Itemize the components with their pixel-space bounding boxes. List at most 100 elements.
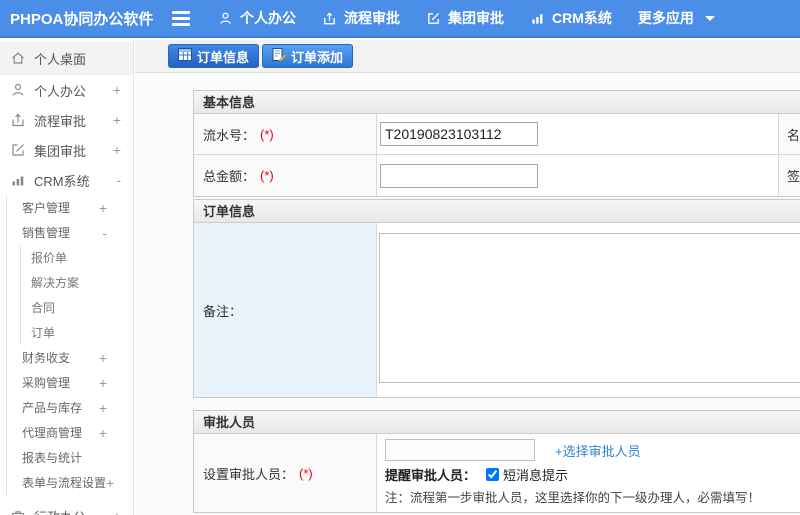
sidebar-item-label: 集团审批 [34, 143, 87, 159]
required-mark: (*) [260, 168, 274, 183]
workflow-upload-icon [322, 11, 337, 26]
sms-label: 短消息提示 [503, 468, 569, 483]
section-header: 基本信息 [194, 91, 800, 114]
sidebar-item-toggle[interactable]: - [102, 225, 107, 241]
next-column-label: 名 [779, 114, 800, 154]
order-add-icon [272, 48, 287, 64]
sidebar-item-contract[interactable]: 合同 [21, 295, 133, 320]
sidebar-item-crm-system[interactable]: CRM系统 - [0, 165, 133, 195]
sidebar-item-label: 报价单 [31, 251, 68, 265]
sidebar-item-label: 采购管理 [22, 376, 71, 390]
section-header: 订单信息 [194, 200, 800, 223]
nav-workflow-approval[interactable]: 流程审批 [322, 8, 400, 28]
serial-label: 流水号： [203, 127, 256, 143]
nav-label: 流程审批 [344, 10, 400, 26]
field-label-cell: 总金额： (*) [194, 155, 377, 196]
sidebar-item-admin-office[interactable]: 行政办公 + [0, 501, 133, 515]
sidebar-item-solution[interactable]: 解决方案 [21, 270, 133, 295]
sidebar-item-label: 财务收支 [22, 351, 71, 365]
sidebar-item-toggle[interactable]: + [99, 425, 107, 441]
sidebar-item-toggle[interactable]: + [113, 508, 121, 515]
remark-textarea[interactable] [379, 233, 800, 383]
tab-strip: 订单信息 订单添加 [135, 40, 800, 73]
tab-label: 订单添加 [291, 49, 344, 65]
nav-more-apps[interactable]: 更多应用 [638, 8, 715, 28]
sidebar-item-quotation[interactable]: 报价单 [21, 245, 133, 270]
sidebar-item-toggle[interactable]: - [116, 172, 121, 188]
sidebar-item-workflow-approval[interactable]: 流程审批 + [0, 105, 133, 135]
sidebar-item-reports-stats[interactable]: 报表与统计 [7, 445, 133, 470]
order-table-icon [178, 48, 192, 64]
serial-number-input[interactable] [380, 122, 538, 146]
group-edit-icon [426, 11, 441, 26]
remind-row: 提醒审批人员： 短消息提示 [385, 465, 800, 484]
sidebar-item-form-workflow-settings[interactable]: 表单与流程设置 + [7, 470, 133, 495]
sidebar-item-toggle[interactable]: + [113, 82, 121, 98]
sidebar-item-label: 客户管理 [22, 201, 71, 215]
form-row-approver: 设置审批人员： (*) +选择审批人员 提醒审批人员： 短消息提示 注：流程第一… [194, 434, 800, 512]
sidebar-item-label: 代理商管理 [22, 426, 83, 440]
section-basic-info: 基本信息 流水号： (*) 名 总金额： (*) [193, 90, 800, 197]
main-nav: 个人办公 流程审批 集团审批 CRM系统 更多应用 [218, 8, 741, 28]
total-amount-input[interactable] [380, 163, 538, 188]
sidebar-item-toggle[interactable]: + [99, 400, 107, 416]
menu-toggle-icon[interactable] [172, 10, 192, 26]
tab-order-add[interactable]: 订单添加 [262, 44, 354, 68]
group-edit-icon [10, 142, 26, 158]
sidebar-item-label: 解决方案 [31, 276, 80, 290]
app-window: PHPOA协同办公软件 个人办公 流程审批 集团审批 CRM系统 更多应用 个人… [0, 0, 800, 515]
form-row-amount: 总金额： (*) 签 [194, 155, 800, 196]
order-form: 基本信息 流水号： (*) 名 总金额： (*) [135, 73, 800, 513]
sidebar-item-toggle[interactable]: + [99, 200, 107, 216]
sidebar-item-toggle[interactable]: + [106, 475, 114, 491]
tab-label: 订单信息 [197, 49, 250, 65]
sidebar-item-toggle[interactable]: + [99, 375, 107, 391]
sidebar-item-label: 产品与库存 [22, 401, 83, 415]
approver-input-row: +选择审批人员 [385, 439, 800, 461]
sidebar-item-label: 销售管理 [22, 226, 71, 240]
sidebar-item-label: 个人办公 [34, 83, 87, 99]
nav-label: CRM系统 [552, 10, 612, 26]
sidebar-item-agent-mgmt[interactable]: 代理商管理 + [7, 420, 133, 445]
sidebar-item-order[interactable]: 订单 [21, 320, 133, 345]
sidebar-item-product-inventory[interactable]: 产品与库存 + [7, 395, 133, 420]
sms-checkbox[interactable] [486, 468, 500, 481]
sidebar-item-label: 个人桌面 [34, 51, 87, 67]
home-icon [10, 50, 26, 66]
sidebar-item-label: 行政办公 [34, 507, 113, 515]
sidebar-item-toggle[interactable]: + [99, 350, 107, 366]
nav-crm-system[interactable]: CRM系统 [530, 8, 612, 28]
select-approver-link[interactable]: +选择审批人员 [555, 441, 641, 460]
sidebar: 个人桌面 个人办公 + 流程审批 + 集团审批 + CRM系统 - 客户管理 + [0, 40, 134, 515]
crm-submenu: 客户管理 + 销售管理 - 报价单 解决方案 合同 订单 财务收支 + 采购管理… [6, 195, 133, 495]
crm-chart-icon [530, 11, 545, 26]
field-input-cell [377, 155, 779, 196]
sidebar-item-label: 订单 [31, 326, 56, 340]
sidebar-item-customer-mgmt[interactable]: 客户管理 + [7, 195, 133, 220]
remind-label: 提醒审批人员： [385, 468, 477, 483]
approver-input[interactable] [385, 439, 535, 461]
nav-label: 更多应用 [637, 10, 694, 26]
briefcase-icon [10, 508, 26, 515]
sidebar-item-sales-mgmt[interactable]: 销售管理 - [7, 220, 133, 245]
tab-order-info[interactable]: 订单信息 [168, 44, 260, 68]
sidebar-item-toggle[interactable]: + [113, 142, 121, 158]
approver-label-cell: 设置审批人员： (*) [194, 434, 377, 512]
form-row-remark: 备注： [194, 223, 800, 397]
sidebar-item-purchase-mgmt[interactable]: 采购管理 + [7, 370, 133, 395]
sidebar-item-personal-office[interactable]: 个人办公 + [0, 75, 133, 105]
sidebar-item-group-approval[interactable]: 集团审批 + [0, 135, 133, 165]
sidebar-item-desktop[interactable]: 个人桌面 [0, 42, 133, 75]
top-header: PHPOA协同办公软件 个人办公 流程审批 集团审批 CRM系统 更多应用 [0, 0, 800, 38]
approver-note: 注：流程第一步审批人员，这里选择你的下一级办理人，必需填写！ [385, 491, 761, 505]
sidebar-item-toggle[interactable]: + [113, 112, 121, 128]
nav-personal-office[interactable]: 个人办公 [218, 8, 296, 28]
nav-label: 个人办公 [240, 10, 296, 26]
nav-group-approval[interactable]: 集团审批 [426, 8, 504, 28]
approver-label: 设置审批人员： [203, 466, 295, 482]
remark-label: 备注： [203, 303, 243, 319]
sidebar-item-label: 报表与统计 [22, 451, 83, 465]
sidebar-item-label: CRM系统 [34, 173, 90, 189]
next-column-label: 签 [779, 155, 800, 196]
sidebar-item-finance[interactable]: 财务收支 + [7, 345, 133, 370]
